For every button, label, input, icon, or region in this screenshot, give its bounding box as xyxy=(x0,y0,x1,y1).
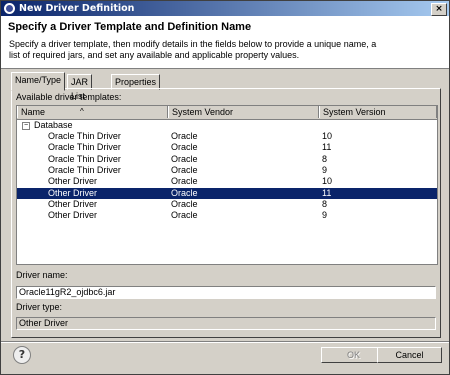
templates-label: Available driver templates: xyxy=(16,92,122,102)
cancel-button[interactable]: Cancel xyxy=(377,347,442,363)
cell-version: 9 xyxy=(322,210,328,221)
cell-version: 11 xyxy=(322,142,332,153)
tab-name-type[interactable]: Name/Type xyxy=(11,72,66,91)
sort-ascending-icon: ^ xyxy=(80,107,84,116)
table-row[interactable]: Oracle Thin Driver Oracle 11 xyxy=(17,142,437,153)
cell-version: 8 xyxy=(322,153,328,164)
close-button[interactable]: × xyxy=(431,3,447,16)
cell-vendor: Oracle xyxy=(171,164,198,175)
category-row-database[interactable]: − Database xyxy=(17,120,437,131)
driver-templates-table[interactable]: Name ^ System Vendor System Version − Da… xyxy=(16,105,438,265)
cell-version: 8 xyxy=(322,198,328,209)
column-header-version[interactable]: System Version xyxy=(319,106,437,118)
driver-name-input[interactable]: Oracle11gR2_ojdbc6.jar xyxy=(16,286,436,299)
dialog-header: Specify a Driver Template and Definition… xyxy=(1,16,449,69)
table-row[interactable]: Oracle Thin Driver Oracle 10 xyxy=(17,131,437,142)
cell-vendor: Oracle xyxy=(171,142,198,153)
column-name-label: Name xyxy=(21,107,46,117)
table-row[interactable]: Other Driver Oracle 10 xyxy=(17,176,437,187)
cell-name: Oracle Thin Driver xyxy=(48,164,121,175)
window-title: New Driver Definition xyxy=(19,3,135,14)
driver-type-field: Other Driver xyxy=(16,317,436,330)
eclipse-icon xyxy=(4,3,15,14)
table-row[interactable]: Oracle Thin Driver Oracle 9 xyxy=(17,165,437,176)
cell-version: 10 xyxy=(322,131,333,141)
cell-version: 9 xyxy=(322,164,328,175)
cell-version: 10 xyxy=(322,176,333,187)
cell-vendor: Oracle xyxy=(171,210,198,221)
collapse-icon[interactable]: − xyxy=(22,122,30,130)
new-driver-definition-dialog: New Driver Definition × Specify a Driver… xyxy=(0,0,450,375)
table-row[interactable]: Other Driver Oracle 11 xyxy=(17,187,437,199)
cell-name: Other Driver xyxy=(48,176,98,187)
table-row[interactable]: Other Driver Oracle 8 xyxy=(17,199,437,210)
button-bar-separator xyxy=(1,341,449,343)
driver-type-label: Driver type: xyxy=(16,302,63,312)
table-row[interactable]: Oracle Thin Driver Oracle 8 xyxy=(17,154,437,165)
cell-name: Oracle Thin Driver xyxy=(48,142,121,153)
category-label: Database xyxy=(34,120,73,130)
help-icon[interactable]: ? xyxy=(13,346,31,364)
column-header-name[interactable]: Name ^ xyxy=(17,106,168,118)
cell-name: Other Driver xyxy=(48,187,98,198)
cell-name: Oracle Thin Driver xyxy=(48,131,121,141)
cell-name: Oracle Thin Driver xyxy=(48,153,121,164)
table-header: Name ^ System Vendor System Version xyxy=(17,106,437,120)
column-header-vendor[interactable]: System Vendor xyxy=(168,106,319,118)
title-bar[interactable]: New Driver Definition × xyxy=(1,1,449,16)
header-description: Specify a driver template, then modify d… xyxy=(9,39,377,60)
cell-vendor: Oracle xyxy=(171,176,198,187)
header-title: Specify a Driver Template and Definition… xyxy=(8,21,252,33)
driver-name-label: Driver name: xyxy=(16,270,68,280)
cell-vendor: Oracle xyxy=(171,153,198,164)
cell-vendor: Oracle xyxy=(171,131,198,141)
cell-vendor: Oracle xyxy=(171,198,198,209)
cell-name: Other Driver xyxy=(48,198,98,209)
cell-vendor: Oracle xyxy=(171,187,198,198)
table-row[interactable]: Other Driver Oracle 9 xyxy=(17,210,437,221)
cell-name: Other Driver xyxy=(48,210,98,221)
cell-version: 11 xyxy=(322,187,332,198)
name-type-panel: Available driver templates: Name ^ Syste… xyxy=(11,88,441,338)
